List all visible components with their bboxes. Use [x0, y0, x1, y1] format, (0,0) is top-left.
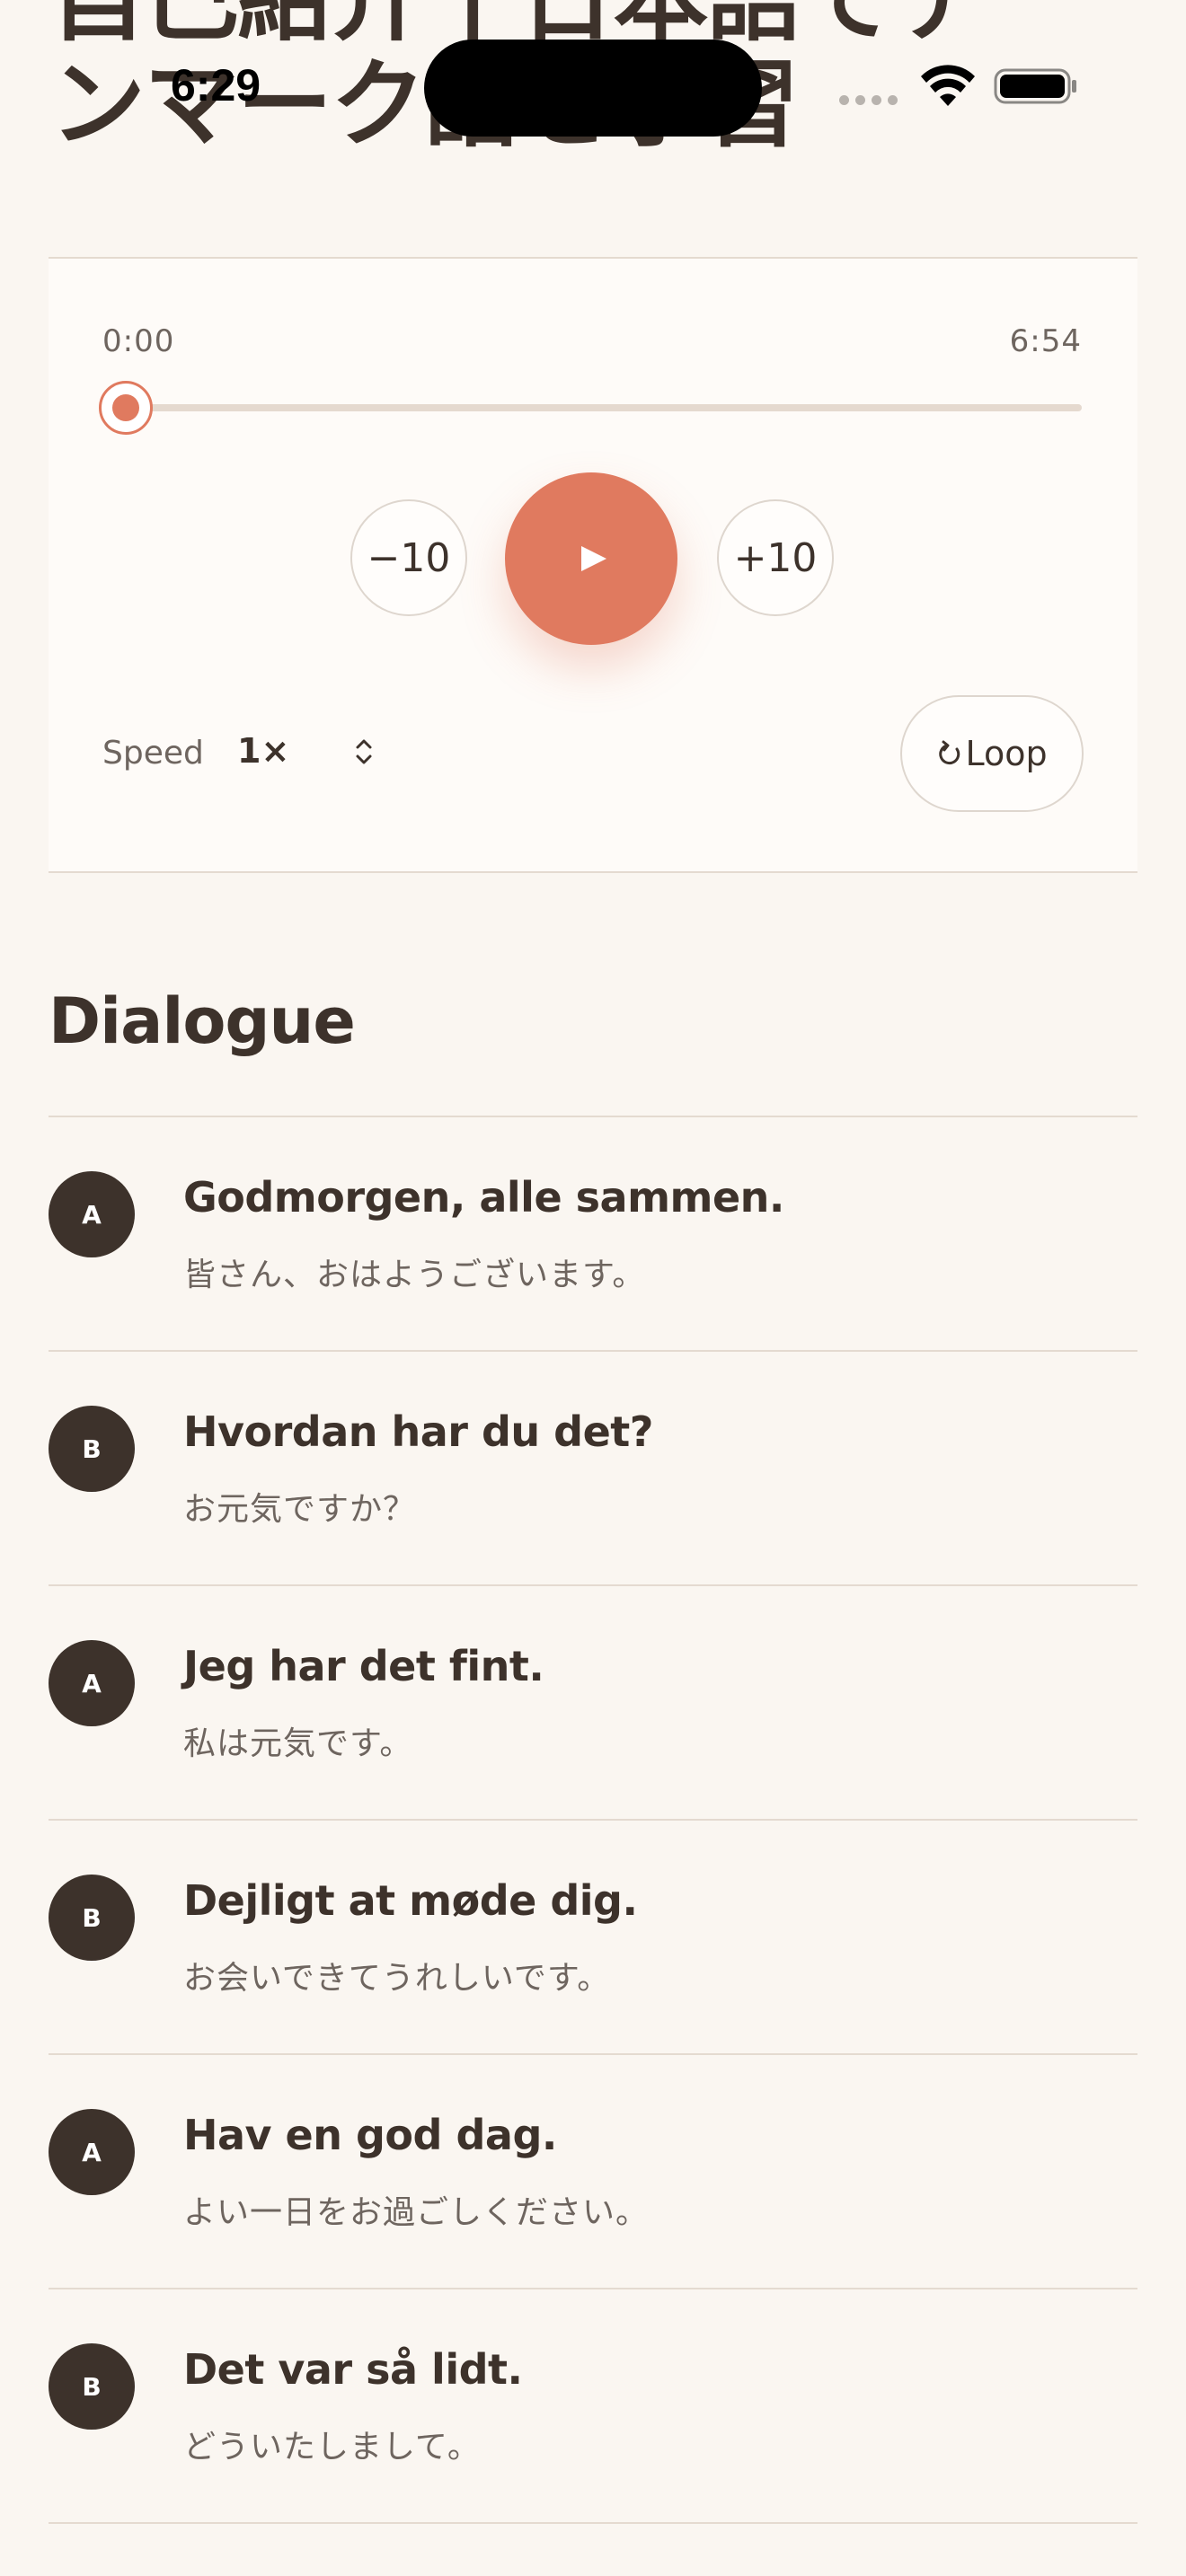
line-translation: お会いできてうれしいです。 — [183, 1960, 611, 1997]
line-translation: 皆さん、おはようございます。 — [183, 1257, 646, 1293]
status-time: 6:29 — [171, 60, 261, 110]
speaker-avatar: A — [49, 2109, 135, 2195]
line-translation: どういたしまして。 — [183, 2429, 481, 2466]
dialogue-line[interactable]: A Godmorgen, alle sammen. 皆さん、おはようございます。 — [49, 1117, 1137, 1352]
speed-select[interactable]: 1× — [237, 731, 289, 771]
line-text: Det var så lidt. — [183, 2345, 523, 2394]
speaker-avatar: A — [49, 1171, 135, 1257]
line-text: Hav en god dag. — [183, 2111, 557, 2159]
status-bar: 6:29 — [0, 0, 1186, 171]
dialogue-line[interactable]: B Dejligt at møde dig. お会いできてうれしいです。 — [49, 1821, 1137, 2055]
dialogue-line[interactable]: B Hvordan har du det? お元気ですか？ — [49, 1352, 1137, 1586]
skip-back-button[interactable]: −10 — [350, 499, 467, 616]
battery-icon — [994, 68, 1076, 104]
cellular-signal-icon — [839, 95, 898, 105]
dialogue-list: A Godmorgen, alle sammen. 皆さん、おはようございます。… — [49, 1116, 1137, 2524]
line-text: Dejligt at møde dig. — [183, 1876, 638, 1925]
progress-thumb[interactable] — [99, 381, 153, 435]
line-text: Hvordan har du det? — [183, 1407, 653, 1456]
audio-player: 0:00 6:54 −10 +10 Speed 1× Loop — [49, 257, 1137, 873]
line-translation: 私は元気です。 — [183, 1725, 413, 1762]
dynamic-island — [424, 40, 762, 137]
wifi-icon — [921, 65, 975, 106]
line-text: Godmorgen, alle sammen. — [183, 1173, 784, 1222]
duration: 6:54 — [1009, 323, 1082, 359]
speed-label: Speed — [102, 735, 204, 772]
line-translation: お元気ですか？ — [183, 1491, 417, 1528]
loop-button[interactable]: Loop — [900, 695, 1084, 812]
speaker-avatar: B — [49, 2343, 135, 2430]
speaker-avatar: B — [49, 1406, 135, 1492]
chevron-up-down-icon[interactable] — [350, 731, 377, 772]
speaker-avatar: A — [49, 1640, 135, 1726]
loop-icon — [939, 740, 960, 765]
speaker-avatar: B — [49, 1875, 135, 1961]
play-icon — [581, 546, 606, 571]
dialogue-line[interactable]: B Det var så lidt. どういたしまして。 — [49, 2289, 1137, 2524]
loop-label: Loop — [965, 734, 1048, 773]
skip-forward-button[interactable]: +10 — [717, 499, 834, 616]
play-button[interactable] — [505, 472, 677, 645]
line-translation: よい一日をお過ごしください。 — [183, 2194, 650, 2231]
line-text: Jeg har det fint. — [183, 1642, 544, 1690]
dialogue-line[interactable]: A Jeg har det fint. 私は元気です。 — [49, 1586, 1137, 1821]
dialogue-line[interactable]: A Hav en god dag. よい一日をお過ごしください。 — [49, 2055, 1137, 2289]
dialogue-title: Dialogue — [49, 984, 356, 1058]
progress-track[interactable] — [124, 404, 1082, 411]
current-time: 0:00 — [102, 323, 175, 359]
